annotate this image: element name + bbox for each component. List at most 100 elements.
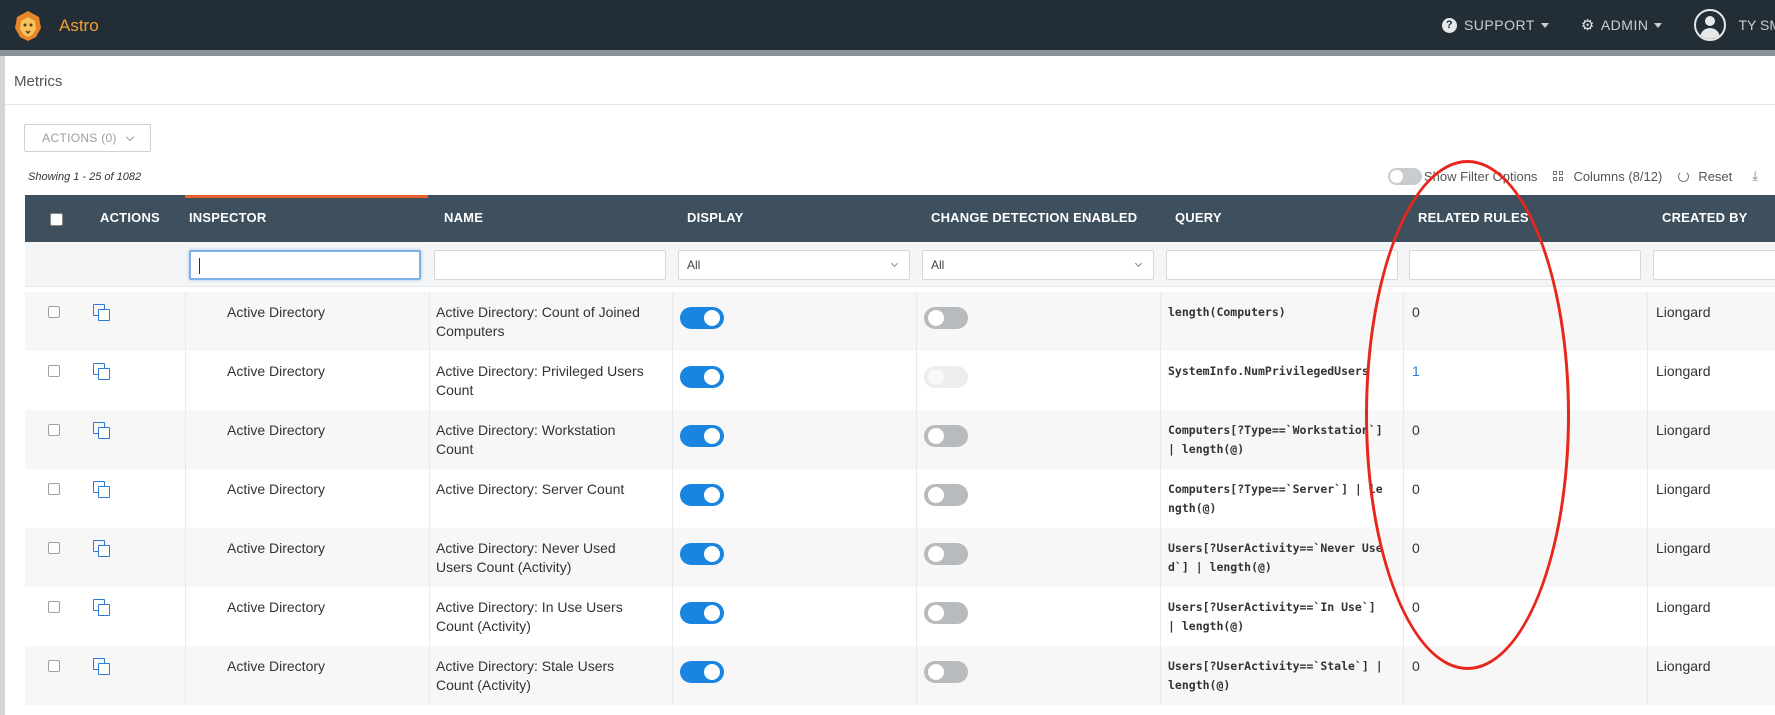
chevron-down-icon [1134,259,1143,268]
change-filter-value: All [931,258,945,272]
column-header-created-by[interactable]: CREATED BY [1662,195,1748,242]
query-cell: Computers[?Type==`Workstation`] | length… [1168,423,1383,456]
name-cell[interactable]: Active Directory: Stale Users Count (Act… [436,657,646,695]
column-header-query[interactable]: QUERY [1175,195,1222,242]
change-detection-toggle[interactable] [924,307,968,329]
left-edge [0,56,5,715]
copy-icon[interactable] [93,540,111,558]
row-checkbox[interactable] [48,306,60,318]
query-cell: Users[?UserActivity==`Stale`] | length(@… [1168,659,1383,692]
avatar [1694,9,1727,41]
row-checkbox[interactable] [48,365,60,377]
name-cell[interactable]: Active Directory: Workstation Count [436,421,656,459]
admin-menu[interactable]: ⚙ ADMIN [1581,16,1663,34]
user-menu[interactable]: TY SM [1694,9,1775,41]
chevron-down-icon [125,132,135,141]
copy-icon[interactable] [93,422,111,440]
support-label: SUPPORT [1463,17,1535,33]
query-filter-input[interactable] [1166,250,1398,280]
pagination-summary: Showing 1 - 25 of 1082 [28,171,142,183]
actions-label: ACTIONS (0) [42,131,117,145]
change-detection-toggle[interactable] [924,602,968,624]
admin-label: ADMIN [1600,17,1649,33]
download-icon[interactable]: ⤓ [1752,168,1758,184]
query-cell: Users[?UserActivity==`In Use`] | length(… [1168,600,1376,633]
chevron-down-icon [1540,22,1549,28]
display-filter-select[interactable]: All [678,250,910,280]
actions-dropdown-button[interactable]: ACTIONS (0) [24,124,151,152]
copy-icon[interactable] [93,363,111,381]
display-toggle[interactable] [680,543,724,565]
created-by-cell: Liongard [1656,540,1711,556]
row-checkbox[interactable] [48,660,60,672]
name-cell[interactable]: Active Directory: In Use Users Count (Ac… [436,598,656,636]
lion-logo-icon[interactable] [12,10,44,42]
gear-icon: ⚙ [1580,17,1595,34]
chevron-down-icon [890,259,899,268]
column-header-change-detection[interactable]: CHANGE DETECTION ENABLED [931,195,1137,242]
name-cell[interactable]: Active Directory: Privileged Users Count [436,362,646,400]
change-detection-toggle[interactable] [924,425,968,447]
change-detection-toggle [924,366,968,388]
select-all-checkbox[interactable] [50,213,63,226]
column-header-inspector[interactable]: INSPECTOR [185,195,428,242]
change-detection-toggle[interactable] [924,543,968,565]
inspector-cell: Active Directory [227,540,326,556]
row-checkbox[interactable] [48,601,60,613]
display-toggle[interactable] [680,307,724,329]
copy-icon[interactable] [93,304,111,322]
support-menu[interactable]: ? SUPPORT [1441,17,1549,33]
brand-name[interactable]: Astro [59,16,99,36]
name-cell[interactable]: Active Directory: Server Count [436,480,656,499]
columns-button[interactable]: Columns (8/12) [1553,169,1662,184]
user-name: TY SM [1738,17,1775,33]
columns-label: Columns (8/12) [1573,168,1663,184]
row-checkbox[interactable] [48,542,60,554]
created-by-filter-input[interactable] [1653,250,1775,280]
change-detection-toggle[interactable] [924,484,968,506]
reset-button[interactable]: Reset [1678,169,1732,184]
created-by-cell: Liongard [1656,481,1711,497]
inspector-cell: Active Directory [227,658,326,674]
display-filter-value: All [687,258,701,272]
name-filter-input[interactable] [434,250,666,280]
row-checkbox[interactable] [48,424,60,436]
display-toggle[interactable] [680,661,724,683]
change-detection-filter-select[interactable]: All [922,250,1154,280]
inspector-filter-input[interactable] [189,250,421,280]
inspector-cell: Active Directory [227,481,326,497]
display-toggle[interactable] [680,484,724,506]
inspector-cell: Active Directory [227,422,326,438]
inspector-cell: Active Directory [227,363,326,379]
name-cell[interactable]: Active Directory: Count of Joined Comput… [436,303,646,341]
name-cell[interactable]: Active Directory: Never Used Users Count… [436,539,646,577]
query-cell: length(Computers) [1168,305,1286,319]
copy-icon[interactable] [93,658,111,676]
display-toggle[interactable] [680,425,724,447]
help-icon: ? [1441,17,1457,33]
reset-icon [1678,170,1690,182]
page-title: Metrics [14,73,63,90]
table-row: Active Directory Active Directory: Stale… [25,646,1775,705]
inspector-cell: Active Directory [227,304,326,320]
row-checkbox[interactable] [48,483,60,495]
query-cell: Users[?UserActivity==`Never Used`] | len… [1168,541,1383,574]
show-filter-toggle[interactable] [1388,167,1422,185]
created-by-cell: Liongard [1656,363,1711,379]
reset-label: Reset [1698,168,1733,184]
column-header-actions[interactable]: ACTIONS [100,195,160,242]
query-cell: Computers[?Type==`Server`] | length(@) [1168,482,1383,515]
created-by-cell: Liongard [1656,422,1711,438]
query-cell: SystemInfo.NumPrivilegedUsers [1168,364,1369,378]
created-by-cell: Liongard [1656,658,1711,674]
display-toggle[interactable] [680,366,724,388]
top-nav: Astro ? SUPPORT ⚙ ADMIN TY SM [0,0,1775,50]
inspector-cell: Active Directory [227,599,326,615]
column-header-name[interactable]: NAME [444,195,483,242]
change-detection-toggle[interactable] [924,661,968,683]
display-toggle[interactable] [680,602,724,624]
column-header-display[interactable]: DISPLAY [687,195,744,242]
copy-icon[interactable] [93,481,111,499]
copy-icon[interactable] [93,599,111,617]
grid-icon [1553,171,1564,181]
